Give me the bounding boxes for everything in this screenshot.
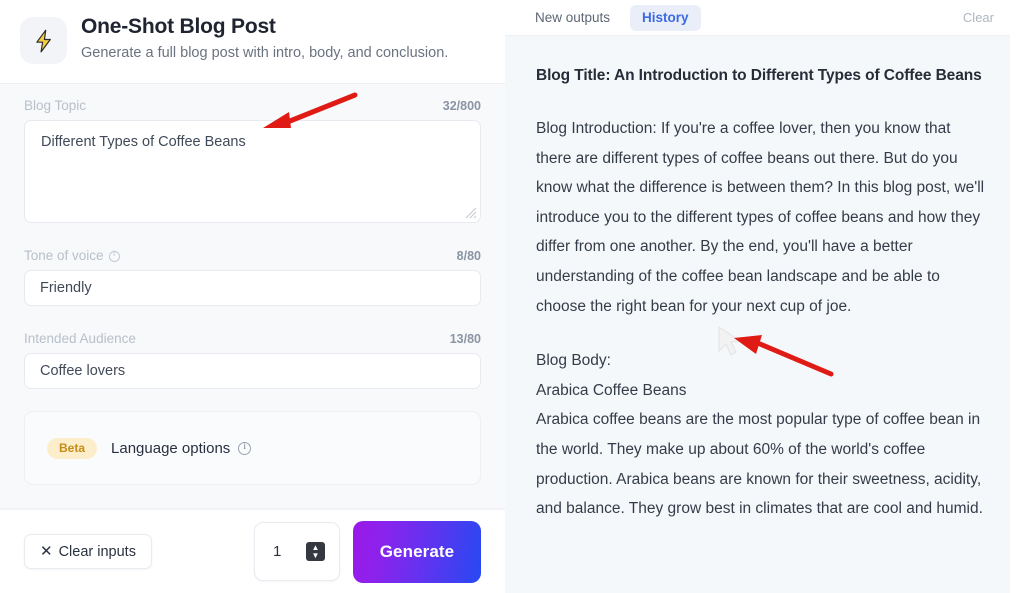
output-body-heading: Blog Body: <box>536 352 611 370</box>
output-blog-body: Blog Body: Arabica Coffee Beans Arabica … <box>536 346 986 524</box>
blog-topic-value: Different Types of Coffee Beans <box>41 134 246 150</box>
tone-of-voice-label-row: Tone of voice 8/80 <box>24 223 481 270</box>
language-options-card[interactable]: Beta Language options <box>24 411 481 485</box>
stepper-arrows-icon[interactable]: ▲ ▼ <box>306 542 325 561</box>
language-options-label: Language options <box>111 439 252 457</box>
tone-of-voice-label: Tone of voice <box>24 248 120 263</box>
blog-topic-label: Blog Topic <box>24 98 87 113</box>
blog-topic-counter: 32/800 <box>442 98 481 113</box>
resize-handle-icon[interactable] <box>465 207 477 219</box>
output-content: Blog Title: An Introduction to Different… <box>505 36 1010 593</box>
intended-audience-label: Intended Audience <box>24 331 136 346</box>
intended-audience-value: Coffee lovers <box>40 363 126 379</box>
lightning-bolt-icon <box>20 17 67 64</box>
blog-topic-label-row: Blog Topic 32/800 <box>24 84 481 120</box>
info-icon[interactable] <box>108 249 120 262</box>
output-panel: New outputs History Clear Blog Title: An… <box>505 0 1010 593</box>
output-body-text: Arabica coffee beans are the most popula… <box>536 411 983 518</box>
footer-right-group: 1 ▲ ▼ Generate <box>254 520 481 583</box>
input-form-panel: One-Shot Blog Post Generate a full blog … <box>0 0 505 593</box>
generate-button[interactable]: Generate <box>353 520 481 583</box>
blog-topic-textarea[interactable]: Different Types of Coffee Beans <box>24 120 481 223</box>
tool-header-texts: One-Shot Blog Post Generate a full blog … <box>81 13 448 63</box>
intended-audience-label-row: Intended Audience 13/80 <box>24 306 481 353</box>
application-window: One-Shot Blog Post Generate a full blog … <box>0 0 1024 593</box>
tone-of-voice-value: Friendly <box>40 280 92 296</box>
clear-history-link[interactable]: Clear <box>963 10 994 25</box>
beta-badge: Beta <box>47 437 98 459</box>
page-title: One-Shot Blog Post <box>81 15 276 38</box>
quantity-stepper[interactable]: 1 ▲ ▼ <box>254 522 340 581</box>
intended-audience-input[interactable]: Coffee lovers <box>24 353 481 389</box>
clear-inputs-label: Clear inputs <box>58 543 136 560</box>
stepper-down-icon[interactable]: ▼ <box>312 552 320 560</box>
page-subtitle: Generate a full blog post with intro, bo… <box>81 45 449 61</box>
tab-new-outputs[interactable]: New outputs <box>523 5 622 31</box>
tone-of-voice-input[interactable]: Friendly <box>24 270 481 306</box>
output-blog-introduction: Blog Introduction: If you're a coffee lo… <box>536 120 985 315</box>
output-tabs-bar: New outputs History Clear <box>505 0 1010 36</box>
tab-history[interactable]: History <box>630 4 701 31</box>
tone-of-voice-label-text: Tone of voice <box>24 248 104 263</box>
close-icon: ✕ <box>40 543 53 560</box>
tool-header: One-Shot Blog Post Generate a full blog … <box>0 0 505 84</box>
output-blog-title: Blog Title: An Introduction to Different… <box>536 67 982 84</box>
output-body-subheading: Arabica Coffee Beans <box>536 381 687 399</box>
form-action-bar: ✕ Clear inputs 1 ▲ ▼ Generate <box>0 510 505 593</box>
clear-inputs-button[interactable]: ✕ Clear inputs <box>24 534 152 569</box>
info-icon[interactable] <box>238 441 252 455</box>
quantity-value: 1 <box>273 543 282 560</box>
stepper-up-icon[interactable]: ▲ <box>312 544 320 552</box>
tone-of-voice-counter: 8/80 <box>456 248 481 263</box>
intended-audience-counter: 13/80 <box>449 331 481 346</box>
language-options-label-text: Language options <box>111 439 231 457</box>
